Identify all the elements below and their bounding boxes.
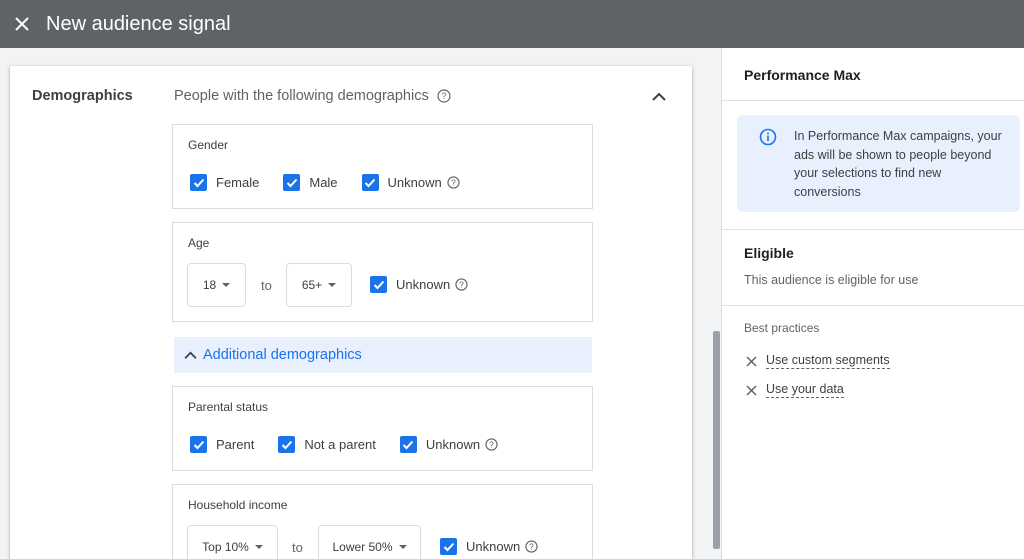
checkbox-checked-icon bbox=[283, 174, 301, 191]
checkbox-checked-icon bbox=[361, 174, 379, 191]
sidebar: Performance Max In Performance Max campa… bbox=[721, 48, 1024, 559]
section-label: Demographics bbox=[32, 88, 133, 104]
help-icon[interactable]: ? bbox=[485, 438, 498, 451]
close-button[interactable] bbox=[4, 4, 40, 44]
sidebar-title: Performance Max bbox=[744, 67, 861, 83]
checkbox-label: Parent bbox=[216, 437, 255, 452]
scrollbar[interactable] bbox=[713, 331, 720, 549]
svg-text:?: ? bbox=[441, 91, 446, 101]
income-to-select[interactable]: Lower 50% bbox=[318, 525, 421, 559]
checkbox-label: Unknown bbox=[425, 437, 481, 452]
chevron-up-icon bbox=[184, 351, 197, 359]
help-icon[interactable]: ? bbox=[447, 176, 460, 189]
checkbox-checked-icon bbox=[399, 436, 417, 453]
checkbox-label: Not a parent bbox=[304, 437, 376, 452]
section-description-text: People with the following demographics bbox=[174, 88, 429, 104]
additional-demographics-label: Additional demographics bbox=[203, 347, 362, 363]
dropdown-arrow-icon bbox=[254, 545, 263, 549]
help-icon[interactable]: ? bbox=[525, 540, 538, 553]
parental-label: Parental status bbox=[188, 400, 269, 414]
gender-female-checkbox[interactable]: Female bbox=[190, 174, 259, 191]
info-icon bbox=[759, 128, 777, 146]
dropdown-arrow-icon bbox=[222, 283, 231, 287]
age-to-select[interactable]: 65+ bbox=[286, 263, 352, 307]
age-from-select[interactable]: 18 bbox=[187, 263, 246, 307]
age-unknown-row: Unknown ? bbox=[370, 276, 492, 293]
gender-male-checkbox[interactable]: Male bbox=[283, 174, 338, 191]
income-from-select[interactable]: Top 10% bbox=[187, 525, 278, 559]
income-box: Household income Top 10% to Lower 50% Un… bbox=[172, 484, 593, 559]
help-icon[interactable]: ? bbox=[455, 278, 468, 291]
gender-unknown-checkbox[interactable]: Unknown ? bbox=[361, 174, 460, 191]
income-to-value: Lower 50% bbox=[332, 540, 393, 554]
best-practice-item[interactable]: Use custom segments bbox=[746, 353, 890, 369]
close-icon bbox=[746, 355, 757, 367]
checkbox-label: Male bbox=[309, 175, 338, 190]
divider bbox=[722, 229, 1024, 230]
income-from-value: Top 10% bbox=[202, 540, 249, 554]
parental-options: Parent Not a parent Unknown ? bbox=[190, 436, 522, 453]
additional-demographics-toggle[interactable]: Additional demographics bbox=[174, 337, 592, 373]
demographics-card: Demographics People with the following d… bbox=[10, 66, 692, 559]
svg-text:?: ? bbox=[459, 279, 464, 289]
best-practice-link[interactable]: Use your data bbox=[766, 382, 844, 398]
income-to-label: to bbox=[292, 540, 303, 555]
best-practice-item[interactable]: Use your data bbox=[746, 382, 844, 398]
main-panel: Demographics People with the following d… bbox=[0, 48, 720, 559]
best-practices-title: Best practices bbox=[744, 321, 820, 335]
income-unknown-checkbox[interactable]: Unknown ? bbox=[440, 538, 538, 555]
income-label: Household income bbox=[188, 498, 288, 512]
age-label: Age bbox=[188, 236, 210, 250]
collapse-button[interactable] bbox=[646, 84, 672, 110]
checkbox-checked-icon bbox=[370, 276, 387, 293]
checkbox-checked-icon bbox=[440, 538, 457, 555]
close-icon bbox=[15, 17, 29, 31]
section-description: People with the following demographics ? bbox=[174, 88, 451, 104]
parental-box: Parental status Parent Not a parent Unkn… bbox=[172, 386, 593, 471]
checkbox-label: Unknown bbox=[466, 539, 521, 554]
dropdown-arrow-icon bbox=[398, 545, 407, 549]
gender-box: Gender Female Male Unknown ? bbox=[172, 124, 593, 209]
info-text: In Performance Max campaigns, your ads w… bbox=[794, 129, 1002, 199]
best-practice-link[interactable]: Use custom segments bbox=[766, 353, 890, 369]
age-box: Age 18 to 65+ Unknown ? bbox=[172, 222, 593, 322]
help-icon[interactable]: ? bbox=[437, 89, 451, 103]
eligible-title: Eligible bbox=[744, 245, 794, 261]
page-title: New audience signal bbox=[46, 12, 231, 35]
income-unknown-row: Unknown ? bbox=[440, 538, 562, 555]
age-unknown-checkbox[interactable]: Unknown ? bbox=[370, 276, 468, 293]
svg-text:?: ? bbox=[451, 177, 456, 187]
chevron-up-icon bbox=[652, 92, 666, 101]
age-to-value: 65+ bbox=[301, 278, 323, 292]
top-bar: New audience signal bbox=[0, 0, 1024, 48]
parent-checkbox[interactable]: Parent bbox=[190, 436, 254, 453]
gender-options: Female Male Unknown ? bbox=[190, 174, 484, 191]
eligible-description: This audience is eligible for use bbox=[744, 273, 919, 287]
divider bbox=[722, 100, 1024, 101]
dropdown-arrow-icon bbox=[328, 283, 337, 287]
svg-text:?: ? bbox=[529, 541, 534, 551]
gender-label: Gender bbox=[188, 138, 229, 152]
svg-text:?: ? bbox=[489, 439, 494, 449]
checkbox-label: Unknown bbox=[396, 277, 451, 292]
checkbox-checked-icon bbox=[190, 436, 207, 453]
checkbox-label: Female bbox=[216, 175, 260, 190]
not-a-parent-checkbox[interactable]: Not a parent bbox=[278, 436, 376, 453]
info-box: In Performance Max campaigns, your ads w… bbox=[737, 115, 1020, 212]
checkbox-checked-icon bbox=[278, 436, 296, 453]
divider bbox=[722, 305, 1024, 306]
checkbox-label: Unknown bbox=[387, 175, 442, 190]
parental-unknown-checkbox[interactable]: Unknown ? bbox=[399, 436, 498, 453]
age-to-label: to bbox=[261, 278, 272, 293]
age-from-value: 18 bbox=[202, 278, 217, 292]
close-icon bbox=[746, 384, 757, 396]
checkbox-checked-icon bbox=[190, 174, 207, 191]
